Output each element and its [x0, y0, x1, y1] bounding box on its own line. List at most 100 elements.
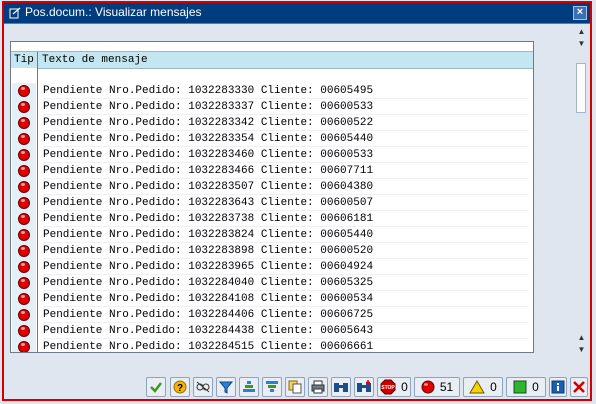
where-used-button[interactable]	[193, 377, 213, 397]
message-text: Pendiente Nro.Pedido: 1032283330 Cliente…	[43, 83, 529, 99]
list-item[interactable]: Pendiente Nro.Pedido: 1032283337 Cliente…	[11, 99, 533, 115]
warning-icon	[469, 380, 486, 394]
error-icon	[18, 261, 30, 273]
bottom-toolbar: ? STOP 0 51 0 0	[4, 375, 590, 399]
success-icon	[513, 380, 527, 394]
find-next-button[interactable]	[354, 377, 374, 397]
window-title: Pos.docum.: Visualizar mensajes	[25, 5, 202, 19]
message-list: Tip Texto de mensaje Pendiente Nro.Pedid…	[10, 41, 534, 353]
message-text: Pendiente Nro.Pedido: 1032284515 Cliente…	[43, 339, 529, 352]
message-text: Pendiente Nro.Pedido: 1032283354 Cliente…	[43, 131, 529, 147]
list-item[interactable]: Pendiente Nro.Pedido: 1032283354 Cliente…	[11, 131, 533, 147]
type-cell	[12, 227, 36, 243]
help-icon: ?	[173, 380, 187, 394]
type-cell	[12, 275, 36, 291]
cancel-icon	[572, 380, 586, 394]
column-header-message[interactable]: Texto de mensaje	[42, 52, 148, 68]
stop-icon: STOP	[380, 379, 396, 395]
close-button[interactable]: ×	[573, 6, 587, 20]
list-item[interactable]: Pendiente Nro.Pedido: 1032283643 Cliente…	[11, 195, 533, 211]
scroll-down-up-icon[interactable]: ▲	[576, 333, 587, 343]
document-icon	[9, 6, 21, 19]
message-text: Pendiente Nro.Pedido: 1032283507 Cliente…	[43, 179, 529, 195]
sort-descending-button[interactable]	[262, 377, 282, 397]
list-item[interactable]: Pendiente Nro.Pedido: 1032284406 Cliente…	[11, 307, 533, 323]
column-header-type[interactable]: Tip	[11, 52, 38, 68]
message-text: Pendiente Nro.Pedido: 1032284438 Cliente…	[43, 323, 529, 339]
title-bar: Pos.docum.: Visualizar mensajes ×	[4, 3, 590, 24]
type-cell	[12, 83, 36, 99]
list-item[interactable]: Pendiente Nro.Pedido: 1032283898 Cliente…	[11, 243, 533, 259]
list-item[interactable]: Pendiente Nro.Pedido: 1032283965 Cliente…	[11, 259, 533, 275]
error-icon	[18, 117, 30, 129]
error-icon	[18, 213, 30, 225]
find-next-icon	[356, 380, 372, 394]
message-text: Pendiente Nro.Pedido: 1032284406 Cliente…	[43, 307, 529, 323]
error-icon	[18, 85, 30, 97]
message-text: Pendiente Nro.Pedido: 1032283342 Cliente…	[43, 115, 529, 131]
sort-ascending-button[interactable]	[239, 377, 259, 397]
type-cell	[12, 307, 36, 323]
list-item[interactable]: Pendiente Nro.Pedido: 1032284438 Cliente…	[11, 323, 533, 339]
stop-messages-button[interactable]: STOP 0	[377, 377, 411, 397]
error-icon	[18, 325, 30, 337]
list-item[interactable]: Pendiente Nro.Pedido: 1032283330 Cliente…	[11, 83, 533, 99]
message-text: Pendiente Nro.Pedido: 1032283824 Cliente…	[43, 227, 529, 243]
success-count: 0	[532, 380, 539, 394]
svg-text:STOP: STOP	[381, 385, 395, 391]
help-button[interactable]: ?	[170, 377, 190, 397]
list-item[interactable]: Pendiente Nro.Pedido: 1032283738 Cliente…	[11, 211, 533, 227]
scroll-down-icon[interactable]: ▼	[576, 345, 587, 355]
type-cell	[12, 323, 36, 339]
list-item[interactable]: Pendiente Nro.Pedido: 1032283460 Cliente…	[11, 147, 533, 163]
error-icon	[18, 293, 30, 305]
success-messages-button[interactable]: 0	[506, 377, 546, 397]
list-item[interactable]: Pendiente Nro.Pedido: 1032284040 Cliente…	[11, 275, 533, 291]
list-item[interactable]: Pendiente Nro.Pedido: 1032283824 Cliente…	[11, 227, 533, 243]
warning-messages-button[interactable]: 0	[463, 377, 503, 397]
type-cell	[12, 179, 36, 195]
check-button[interactable]	[146, 377, 166, 397]
print-button[interactable]	[308, 377, 328, 397]
copy-button[interactable]	[285, 377, 305, 397]
error-messages-button[interactable]: 51	[414, 377, 460, 397]
type-cell	[12, 259, 36, 275]
error-icon	[18, 277, 30, 289]
copy-icon	[288, 380, 302, 394]
scroll-up-arrow-icon[interactable]: ▼	[576, 39, 587, 49]
filter-button[interactable]	[216, 377, 236, 397]
check-icon	[149, 380, 163, 394]
error-icon	[18, 245, 30, 257]
find-button[interactable]	[331, 377, 351, 397]
message-text: Pendiente Nro.Pedido: 1032284108 Cliente…	[43, 291, 529, 307]
cancel-button[interactable]	[570, 377, 588, 397]
find-icon	[333, 380, 349, 394]
type-cell	[12, 115, 36, 131]
list-item[interactable]: Pendiente Nro.Pedido: 1032284108 Cliente…	[11, 291, 533, 307]
message-rows: Pendiente Nro.Pedido: 1032283330 Cliente…	[11, 83, 533, 352]
filter-icon	[219, 380, 233, 394]
list-item[interactable]: Pendiente Nro.Pedido: 1032284515 Cliente…	[11, 339, 533, 352]
message-text: Pendiente Nro.Pedido: 1032283460 Cliente…	[43, 147, 529, 163]
dialog-window: Pos.docum.: Visualizar mensajes × Tip Te…	[2, 1, 592, 401]
error-icon	[18, 181, 30, 193]
warning-count: 0	[490, 380, 497, 394]
type-cell	[12, 131, 36, 147]
error-icon	[421, 380, 435, 394]
info-button[interactable]	[549, 377, 567, 397]
scrollbar-thumb[interactable]	[576, 63, 586, 113]
message-text: Pendiente Nro.Pedido: 1032283337 Cliente…	[43, 99, 529, 115]
stop-count: 0	[401, 380, 408, 394]
list-item[interactable]: Pendiente Nro.Pedido: 1032283342 Cliente…	[11, 115, 533, 131]
vertical-scrollbar[interactable]: ▲ ▼ ▲ ▼	[576, 27, 587, 367]
list-item[interactable]: Pendiente Nro.Pedido: 1032283466 Cliente…	[11, 163, 533, 179]
error-count: 51	[439, 380, 454, 394]
scroll-up-icon[interactable]: ▲	[576, 27, 587, 37]
error-icon	[18, 309, 30, 321]
message-text: Pendiente Nro.Pedido: 1032283898 Cliente…	[43, 243, 529, 259]
error-icon	[18, 165, 30, 177]
type-cell	[12, 147, 36, 163]
where-used-icon	[195, 380, 211, 394]
list-item[interactable]: Pendiente Nro.Pedido: 1032283507 Cliente…	[11, 179, 533, 195]
type-cell	[12, 163, 36, 179]
